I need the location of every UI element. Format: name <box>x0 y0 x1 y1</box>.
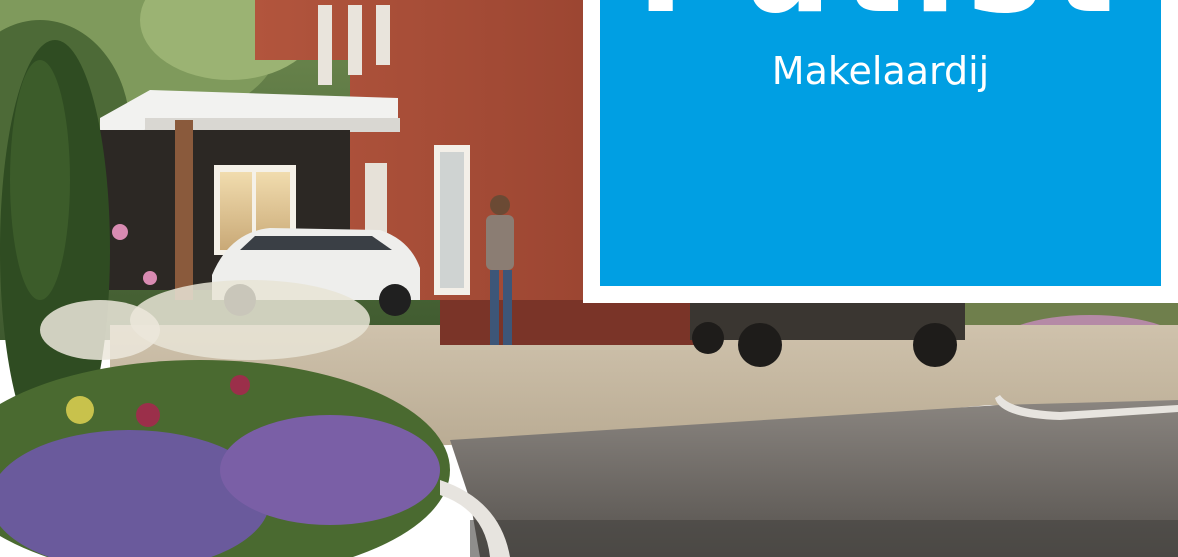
logo-box: Putist Makelaardij <box>600 0 1161 286</box>
logo-background <box>600 0 1161 286</box>
brand-name: Putist <box>600 0 1161 32</box>
logo-panel: Putist Makelaardij <box>583 0 1178 303</box>
brand-subtitle: Makelaardij <box>771 49 990 93</box>
